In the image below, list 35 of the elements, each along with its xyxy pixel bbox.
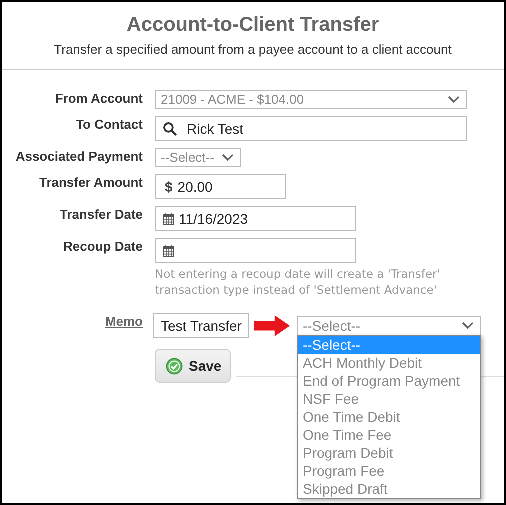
search-field[interactable]: Rick Test — [155, 116, 467, 141]
date-field[interactable]: 11/16/2023 — [155, 206, 356, 231]
dropdown-option[interactable]: One Time Fee — [298, 426, 480, 444]
calendar-icon — [163, 212, 175, 224]
search-icon — [163, 122, 177, 136]
dropdown-option[interactable]: Skipped Draft — [298, 480, 480, 498]
field-label: Transfer Date — [58, 206, 143, 222]
date-field[interactable] — [155, 238, 356, 263]
field-label: From Account — [54, 90, 143, 106]
calendar-icon — [163, 244, 175, 256]
check-icon — [166, 358, 183, 374]
amount-field[interactable]: $ 20.00 — [155, 174, 286, 199]
field-label: Associated Payment — [14, 148, 143, 164]
save-button[interactable]: Save — [155, 349, 231, 383]
dropdown-option[interactable]: NSF Fee — [298, 390, 480, 408]
select-field[interactable]: 21009 - ACME - $104.00 — [155, 90, 467, 109]
field-label: To Contact — [75, 116, 143, 132]
memo-link[interactable]: Memo — [2, 313, 143, 329]
memo-field[interactable]: Test Transfer — [153, 313, 249, 338]
page-title: Account-to-Client Transfer — [126, 14, 380, 37]
dropdown-option[interactable]: End of Program Payment — [298, 372, 480, 390]
dropdown-option[interactable]: One Time Debit — [298, 408, 480, 426]
dropdown-option[interactable]: Program Fee — [298, 462, 480, 480]
field-label: Recoup Date — [62, 238, 143, 254]
arrow-icon — [254, 314, 292, 336]
dropdown-option[interactable]: --Select-- — [298, 336, 480, 354]
dropdown-option[interactable]: Program Debit — [298, 444, 480, 462]
hint-text: Not entering a recoup date will create a 'Transfer' transaction type instead of 'Settlement Advance' — [155, 266, 442, 298]
chevron-icon — [462, 322, 474, 330]
chevron-icon — [448, 96, 460, 104]
page-subtitle: Transfer a specified amount from a payee account to a client account — [53, 42, 453, 57]
dropdown-option[interactable]: ACH Monthly Debit — [298, 354, 480, 372]
field-label: Transfer Amount — [38, 174, 143, 190]
select-field[interactable]: --Select-- — [155, 148, 241, 167]
chevron-icon — [222, 154, 234, 162]
